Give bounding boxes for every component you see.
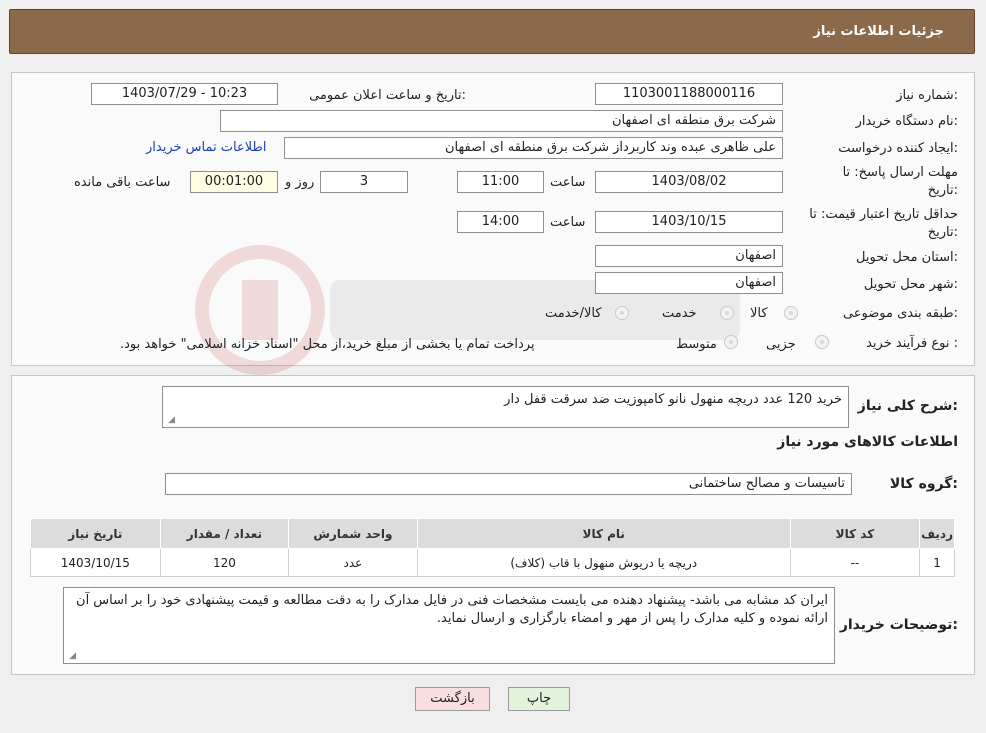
page-header: جزئیات اطلاعات نیاز bbox=[9, 9, 975, 54]
resize-grip-icon[interactable]: ◢ bbox=[66, 651, 76, 661]
cell-row: 1 bbox=[919, 548, 955, 577]
col-unit-header: واحد شمارش bbox=[288, 518, 418, 549]
buyer-notes-label: توضیحات خریدار: bbox=[839, 617, 958, 633]
requester-label: ایجاد کننده درخواست: bbox=[838, 141, 958, 156]
province-field: اصفهان bbox=[595, 245, 783, 267]
category-goods-service-label: کالا/خدمت bbox=[545, 306, 602, 321]
resize-grip-icon[interactable]: ◢ bbox=[165, 415, 175, 425]
deadline-time-label: ساعت bbox=[550, 175, 586, 190]
summary-label: شرح کلی نیاز: bbox=[857, 398, 958, 414]
cell-code: -- bbox=[789, 548, 921, 577]
deadline-label: مهلت ارسال پاسخ: تا bbox=[842, 165, 958, 180]
print-button[interactable]: چاپ bbox=[508, 687, 570, 711]
remaining-time-field: 00:01:00 bbox=[190, 171, 278, 193]
city-field: اصفهان bbox=[595, 272, 783, 294]
announce-label: تاریخ و ساعت اعلان عمومی: bbox=[309, 88, 466, 103]
deadline-label-date: تاریخ: bbox=[927, 183, 958, 198]
page-title: جزئیات اطلاعات نیاز bbox=[813, 24, 944, 39]
goods-table: ردیف کد کالا نام کالا واحد شمارش تعداد /… bbox=[30, 518, 955, 577]
goods-info-title: اطلاعات کالاهای مورد نیاز bbox=[777, 434, 958, 450]
summary-field: خرید 120 عدد دریچه منهول نانو کامپوزیت ض… bbox=[162, 386, 849, 428]
table-row: 1 -- دریچه یا دریوش منهول با قاب (کلاف) … bbox=[30, 548, 955, 577]
category-goods-label: کالا bbox=[750, 306, 768, 321]
remaining-label: ساعت باقی مانده bbox=[74, 175, 171, 190]
process-small-label: جزیی bbox=[766, 337, 796, 352]
process-label: نوع فرآیند خرید : bbox=[866, 336, 958, 351]
cell-qty: 120 bbox=[159, 548, 290, 577]
category-service-label: خدمت bbox=[662, 306, 697, 321]
col-date-header: تاریخ نیاز bbox=[30, 518, 161, 549]
col-qty-header: تعداد / مقدار bbox=[159, 518, 290, 549]
validity-label: حداقل تاریخ اعتبار قیمت: تا bbox=[809, 207, 958, 222]
deadline-time-field: 11:00 bbox=[457, 171, 544, 193]
deadline-date-field: 1403/08/02 bbox=[595, 171, 783, 193]
process-note: پرداخت تمام یا بخشی از مبلغ خرید،از محل … bbox=[120, 337, 535, 352]
summary-text: خرید 120 عدد دریچه منهول نانو کامپوزیت ض… bbox=[504, 392, 842, 407]
validity-time-label: ساعت bbox=[550, 215, 586, 230]
process-medium-radio[interactable] bbox=[724, 335, 738, 349]
category-goods-service-radio[interactable] bbox=[615, 306, 629, 320]
announce-field: 1403/07/29 - 10:23 bbox=[91, 83, 278, 105]
buyer-contact-link[interactable]: اطلاعات تماس خریدار bbox=[146, 140, 266, 155]
back-button[interactable]: بازگشت bbox=[415, 687, 490, 711]
category-goods-radio[interactable] bbox=[784, 306, 798, 320]
validity-time-field: 14:00 bbox=[457, 211, 544, 233]
process-small-radio[interactable] bbox=[815, 335, 829, 349]
city-label: شهر محل تحویل: bbox=[863, 277, 958, 292]
col-row-header: ردیف bbox=[919, 518, 955, 549]
goods-group-label: گروه کالا: bbox=[889, 476, 958, 492]
goods-group-field: تاسیسات و مصالح ساختمانی bbox=[165, 473, 852, 495]
category-service-radio[interactable] bbox=[720, 306, 734, 320]
requester-field: علی ظاهری عبده وند کاربرداز شرکت برق منط… bbox=[284, 137, 783, 159]
need-number-field: 1103001188000116 bbox=[595, 83, 783, 105]
days-label: روز و bbox=[285, 175, 315, 190]
validity-label-date: تاریخ: bbox=[927, 225, 958, 240]
process-medium-label: متوسط bbox=[676, 337, 717, 352]
cell-name: دریچه یا دریوش منهول با قاب (کلاف) bbox=[416, 548, 791, 577]
validity-date-field: 1403/10/15 bbox=[595, 211, 783, 233]
category-label: طبقه بندی موضوعی: bbox=[842, 306, 958, 321]
cell-date: 1403/10/15 bbox=[30, 548, 161, 577]
province-label: استان محل تحویل: bbox=[856, 250, 958, 265]
col-name-header: نام کالا bbox=[416, 518, 791, 549]
days-field: 3 bbox=[320, 171, 408, 193]
col-code-header: کد کالا bbox=[789, 518, 921, 549]
cell-unit: عدد bbox=[288, 548, 418, 577]
buyer-notes-text: ایران کد مشابه می باشد- پیشنهاد دهنده می… bbox=[76, 593, 828, 626]
buyer-org-label: نام دستگاه خریدار: bbox=[855, 114, 958, 129]
table-header-row: ردیف کد کالا نام کالا واحد شمارش تعداد /… bbox=[30, 518, 955, 549]
need-number-label: شماره نیاز: bbox=[896, 88, 958, 103]
buyer-org-field: شرکت برق منطقه ای اصفهان bbox=[220, 110, 783, 132]
buyer-notes-field: ایران کد مشابه می باشد- پیشنهاد دهنده می… bbox=[63, 587, 835, 664]
